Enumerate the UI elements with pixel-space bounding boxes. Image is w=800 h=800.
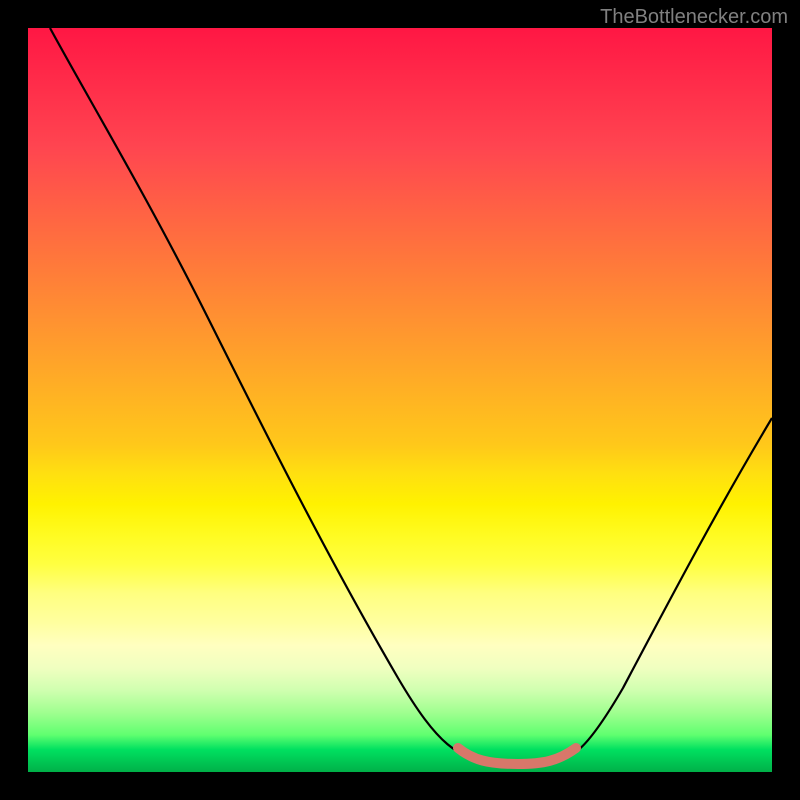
bottom-highlight: [458, 748, 576, 764]
chart-svg: [28, 28, 772, 772]
plot-area: [28, 28, 772, 772]
watermark-text: TheBottlenecker.com: [600, 6, 788, 29]
bottleneck-curve: [50, 28, 772, 763]
